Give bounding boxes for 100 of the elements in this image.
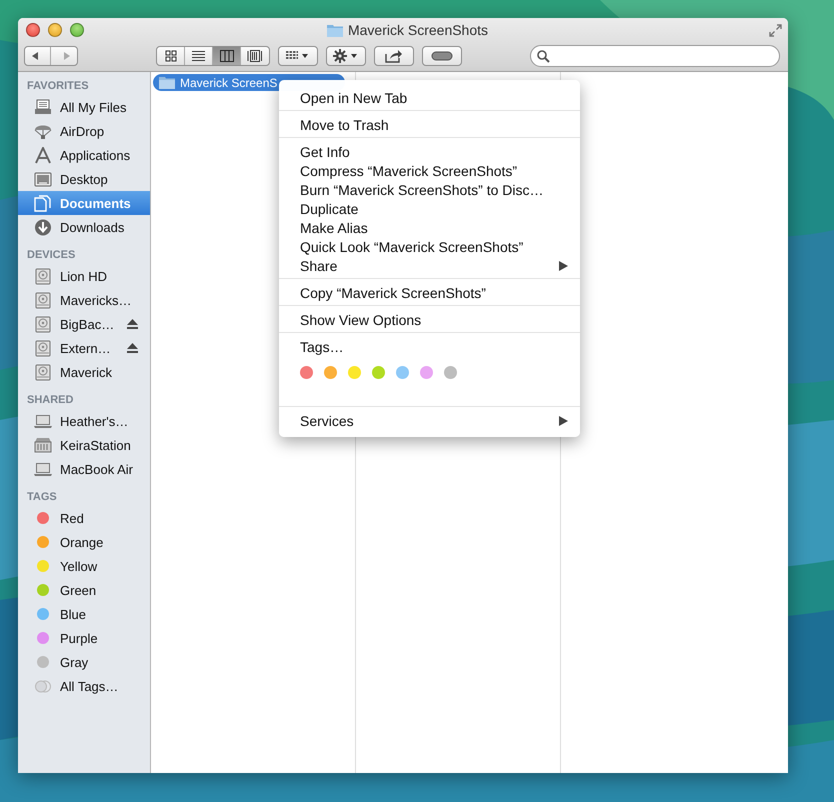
search-icon	[537, 50, 550, 62]
sidebar-item[interactable]: All My Files	[18, 95, 150, 119]
menu-item[interactable]: Services	[279, 411, 580, 430]
sidebar-item[interactable]: Maverick	[18, 360, 150, 384]
document-icon	[34, 194, 52, 212]
sidebar-item[interactable]: Blue	[18, 602, 150, 626]
action-button[interactable]	[326, 46, 366, 66]
sidebar-item[interactable]: Applications	[18, 143, 150, 167]
applications-icon	[34, 146, 52, 164]
tag-color-dot[interactable]	[324, 366, 337, 379]
sidebar-item[interactable]: Downloads	[18, 215, 150, 239]
item-label: KeiraStation	[60, 438, 131, 452]
tag-color-dot[interactable]	[348, 366, 361, 379]
columns-icon	[220, 50, 234, 62]
section-heading: DEVICES	[26, 248, 76, 263]
minimize-button[interactable]	[48, 23, 62, 37]
section-heading: SHARED	[26, 393, 74, 408]
menu-item[interactable]: Open in New Tab	[279, 88, 580, 107]
item-label: All Tags…	[60, 678, 118, 694]
eject-icon[interactable]	[127, 343, 138, 353]
laptop-icon	[34, 462, 52, 476]
item-label: Yellow	[60, 558, 98, 574]
column-view-button[interactable]	[213, 47, 241, 65]
item-label: MacBook Air	[60, 462, 133, 476]
sidebar-item[interactable]: Green	[18, 578, 150, 602]
menu-item[interactable]: Duplicate	[279, 199, 580, 218]
item-label: All My Files	[60, 100, 126, 114]
menu-item[interactable]: Tags…	[279, 337, 580, 356]
tag-color-dot[interactable]	[420, 366, 433, 379]
item-label: Extern…	[60, 340, 111, 356]
sidebar-item[interactable]: Lion HD	[18, 264, 150, 288]
item-label: Applications	[60, 148, 130, 162]
share-icon	[385, 49, 403, 63]
search-field[interactable]	[530, 45, 780, 67]
sidebar-item[interactable]: Orange	[18, 530, 150, 554]
sidebar-item[interactable]: Purple	[18, 626, 150, 650]
menu-item[interactable]: Make Alias	[279, 218, 580, 237]
section-heading: FAVORITES	[26, 79, 90, 94]
item-label: Green	[60, 582, 96, 598]
arrange-icon	[286, 51, 310, 61]
sidebar-item[interactable]: MacBook Air	[18, 457, 150, 481]
tag-button[interactable]	[422, 46, 462, 66]
desktop-icon	[34, 172, 52, 186]
list-icon	[192, 50, 205, 62]
tag-icon	[431, 51, 453, 61]
menu-item[interactable]: Burn “Maverick ScreenShots” to Disc…	[279, 180, 580, 199]
menu-item[interactable]: Get Info	[279, 142, 580, 161]
menu-item[interactable]: Share	[279, 256, 580, 275]
item-label: Gray	[60, 654, 88, 670]
menu-item[interactable]: Show View Options	[279, 310, 580, 329]
arrange-button[interactable]	[278, 46, 318, 66]
close-button[interactable]	[26, 23, 40, 37]
sidebar-item[interactable]: BigBac…	[18, 312, 150, 336]
item-label: Downloads	[60, 220, 124, 234]
tag-color-dot[interactable]	[300, 366, 313, 379]
share-button[interactable]	[374, 46, 414, 66]
submenu-arrow-icon	[559, 416, 568, 426]
zoom-button[interactable]	[70, 23, 84, 37]
sidebar-item[interactable]: Yellow	[18, 554, 150, 578]
menu-item[interactable]: Move to Trash	[279, 115, 580, 134]
sidebar-item[interactable]: Extern…	[18, 336, 150, 360]
menu-item[interactable]: Quick Look “Maverick ScreenShots”	[279, 237, 580, 256]
tag-color-dot[interactable]	[444, 366, 457, 379]
menu-item[interactable]: Copy “Maverick ScreenShots”	[279, 283, 580, 302]
sidebar-item[interactable]: All Tags…	[18, 674, 150, 698]
fullscreen-icon[interactable]	[769, 24, 782, 36]
submenu-arrow-icon	[559, 260, 568, 270]
cover-flow-icon	[247, 50, 263, 62]
sidebar-item[interactable]: Gray	[18, 650, 150, 674]
tag-color-dot[interactable]	[372, 366, 385, 379]
item-label: Purple	[60, 630, 98, 646]
gear-icon	[333, 49, 359, 63]
parachute-icon	[34, 122, 52, 140]
window-title: Maverick ScreenShots	[348, 22, 488, 38]
download-icon	[34, 218, 52, 236]
section-heading: TAGS	[26, 490, 58, 505]
laptop-icon	[34, 414, 52, 428]
sidebar-item[interactable]: Red	[18, 506, 150, 530]
folder-icon	[326, 24, 343, 36]
item-label: Mavericks…	[60, 292, 132, 308]
item-label: Documents	[60, 196, 131, 210]
item-label: Lion HD	[60, 268, 107, 284]
sidebar-item[interactable]: KeiraStation	[18, 433, 150, 457]
item-label: AirDrop	[60, 124, 104, 138]
sidebar-item[interactable]: Heather's…	[18, 409, 150, 433]
back-forward-buttons[interactable]	[24, 46, 78, 66]
tags-icon	[34, 680, 52, 692]
item-label: Desktop	[60, 172, 108, 186]
menu-item[interactable]: Compress “Maverick ScreenShots”	[279, 161, 580, 180]
item-label: Blue	[60, 606, 86, 622]
item-label: Maverick	[60, 364, 112, 380]
folder-icon	[159, 76, 175, 89]
tag-color-dot[interactable]	[396, 366, 409, 379]
sidebar-item[interactable]: AirDrop	[18, 119, 150, 143]
item-label: BigBac…	[60, 316, 114, 332]
server-icon	[34, 437, 52, 453]
sidebar-item[interactable]: Mavericks…	[18, 288, 150, 312]
item-label: Heather's…	[60, 414, 128, 428]
eject-icon[interactable]	[127, 319, 138, 329]
sidebar-item[interactable]: Desktop	[18, 167, 150, 191]
